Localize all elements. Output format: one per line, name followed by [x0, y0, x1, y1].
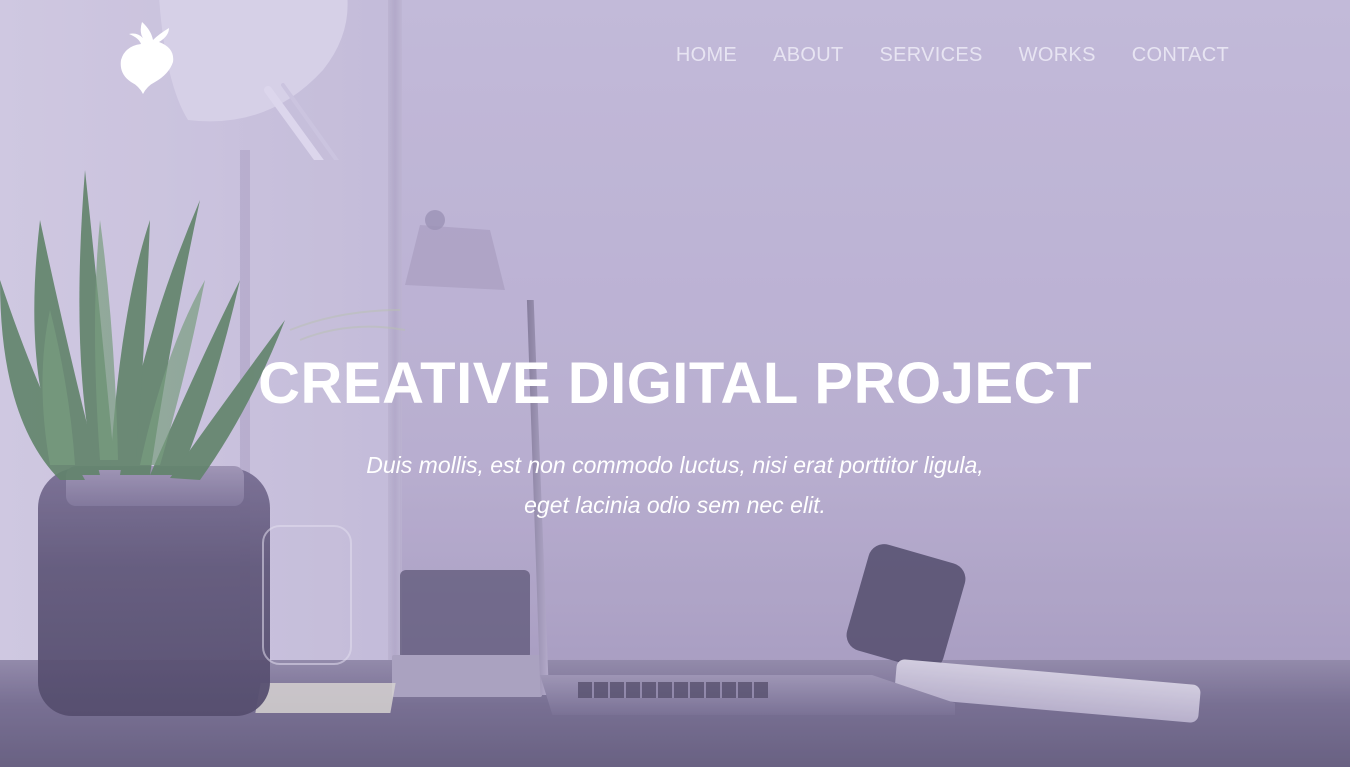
- nav-services[interactable]: SERVICES: [879, 44, 982, 67]
- beet-icon[interactable]: [117, 18, 177, 94]
- nav-works[interactable]: WORKS: [1019, 44, 1096, 67]
- nav-about[interactable]: ABOUT: [773, 44, 843, 67]
- hero-title: CREATIVE DIGITAL PROJECT: [258, 351, 1092, 416]
- main-navigation: HOME ABOUT SERVICES WORKS CONTACT: [676, 44, 1229, 67]
- hero-subtitle: Duis mollis, est non commodo luctus, nis…: [366, 452, 984, 518]
- nav-home[interactable]: HOME: [676, 44, 737, 67]
- hero-section: HOME ABOUT SERVICES WORKS CONTACT CREATI…: [0, 0, 1350, 767]
- nav-contact[interactable]: CONTACT: [1132, 44, 1229, 67]
